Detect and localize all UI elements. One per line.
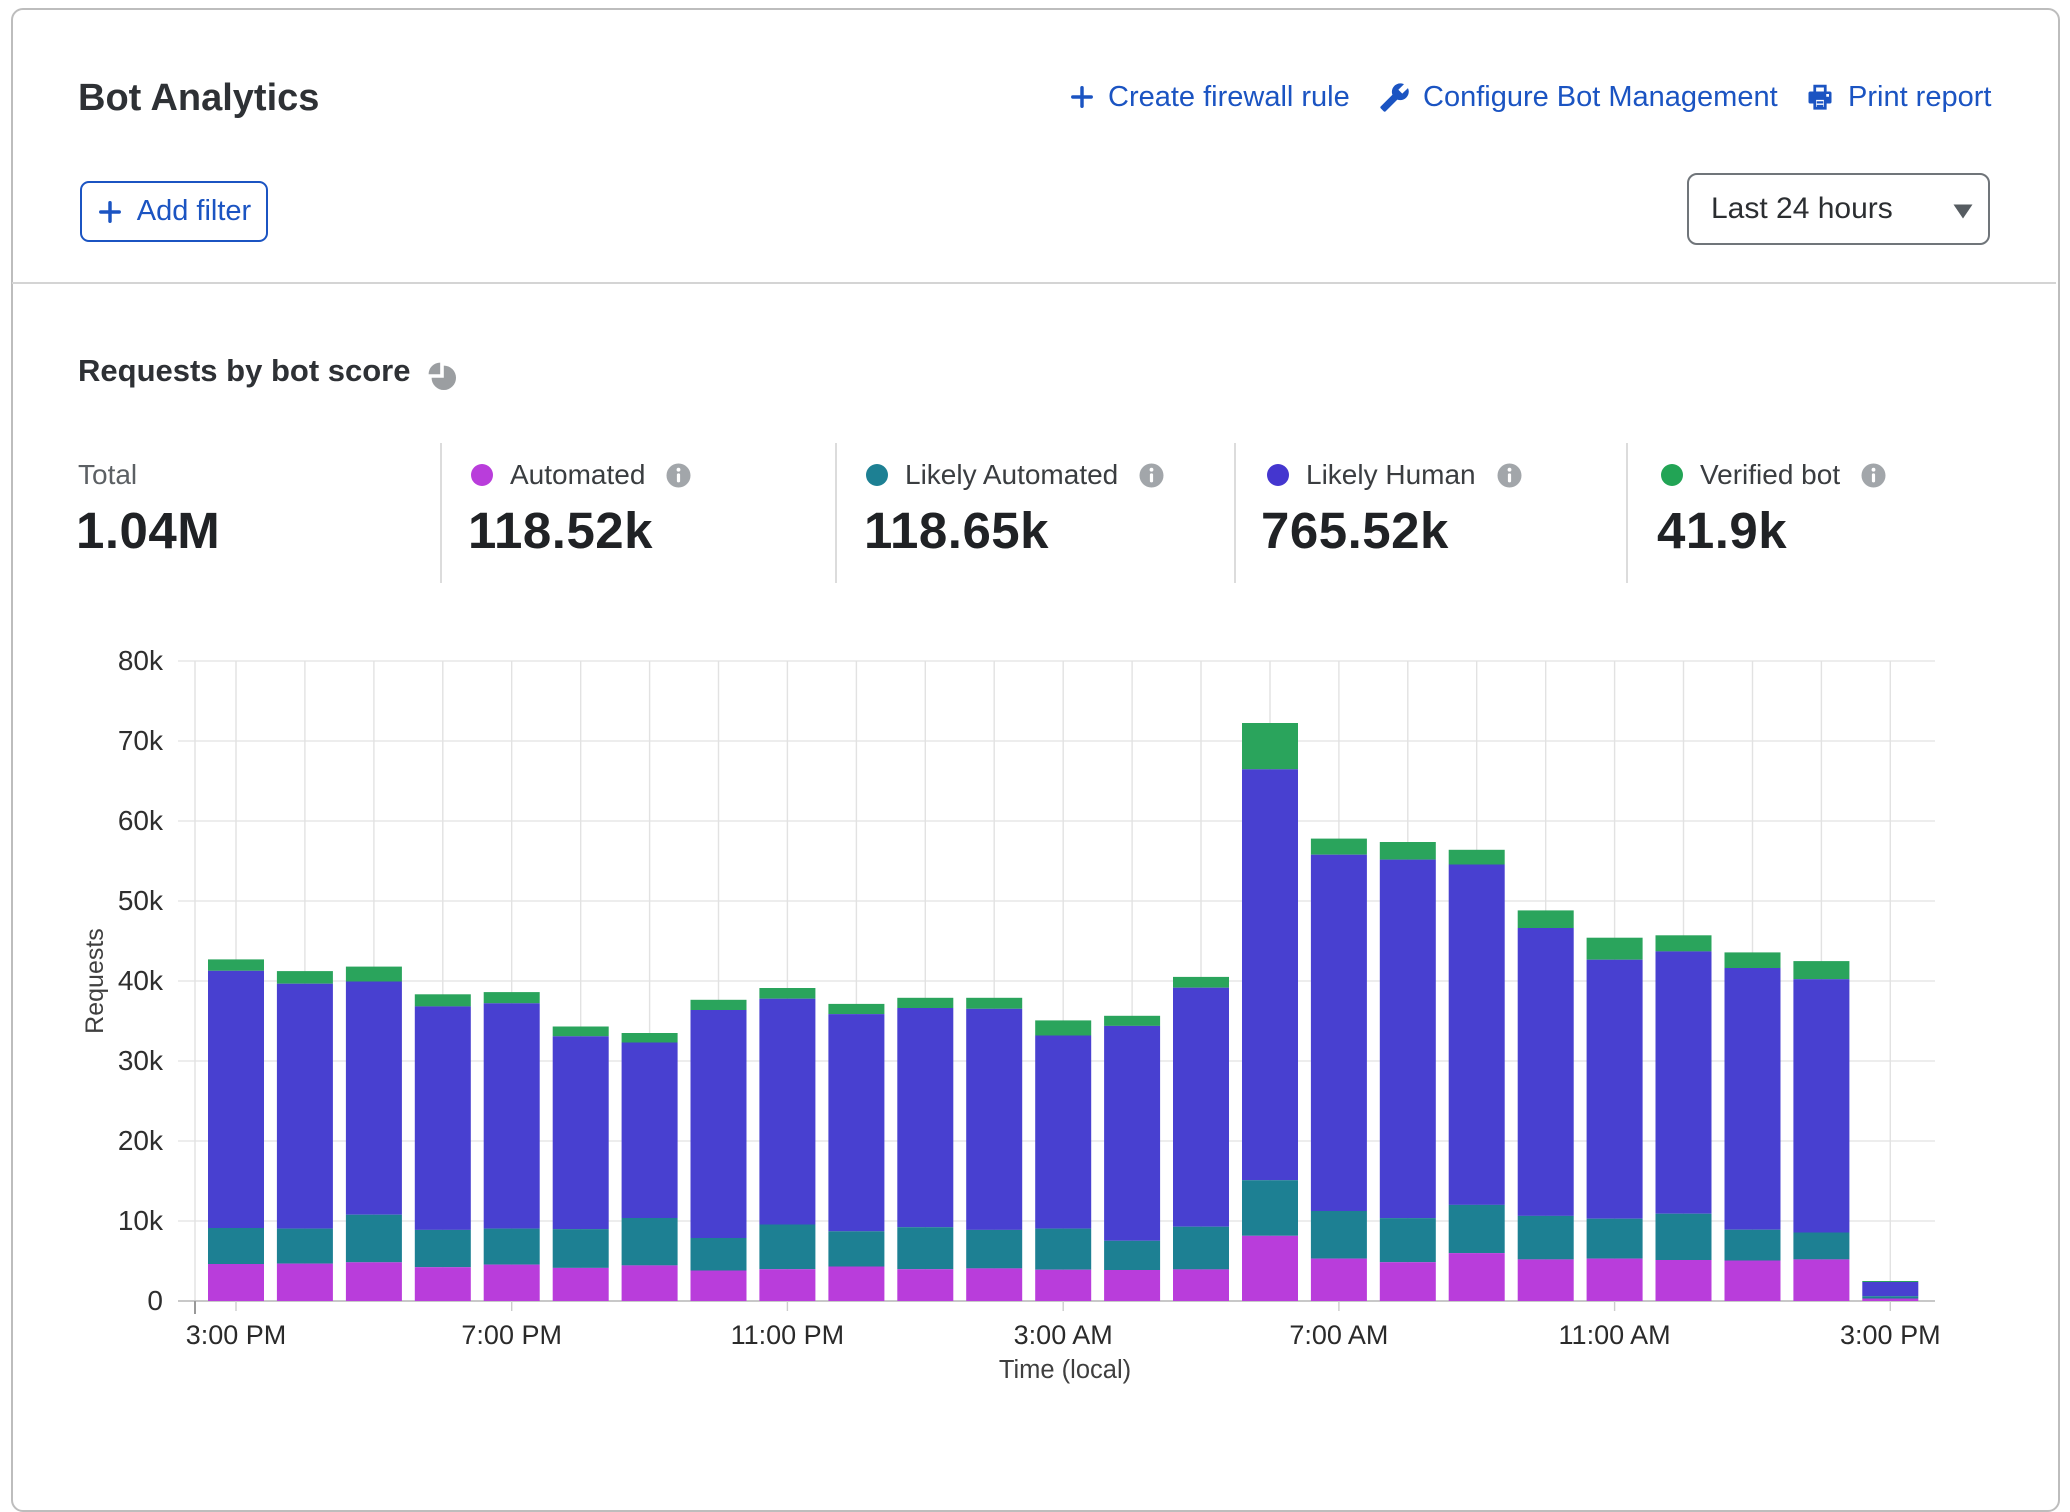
- svg-text:7:00 PM: 7:00 PM: [461, 1320, 562, 1350]
- svg-text:7:00 AM: 7:00 AM: [1289, 1320, 1388, 1350]
- svg-text:3:00 PM: 3:00 PM: [1840, 1320, 1941, 1350]
- svg-text:Time (local): Time (local): [999, 1356, 1131, 1384]
- svg-text:11:00 AM: 11:00 AM: [1559, 1320, 1671, 1350]
- svg-text:10k: 10k: [118, 1205, 164, 1236]
- svg-text:50k: 50k: [118, 885, 164, 916]
- svg-text:40k: 40k: [118, 965, 164, 996]
- svg-text:80k: 80k: [118, 645, 164, 676]
- svg-text:3:00 PM: 3:00 PM: [186, 1320, 287, 1350]
- svg-text:11:00 PM: 11:00 PM: [731, 1320, 845, 1350]
- svg-text:70k: 70k: [118, 725, 164, 756]
- svg-text:3:00 AM: 3:00 AM: [1014, 1320, 1113, 1350]
- svg-text:30k: 30k: [118, 1045, 164, 1076]
- svg-text:0: 0: [147, 1285, 163, 1316]
- svg-text:60k: 60k: [118, 805, 164, 836]
- svg-text:Requests: Requests: [81, 928, 109, 1034]
- svg-text:20k: 20k: [118, 1125, 164, 1156]
